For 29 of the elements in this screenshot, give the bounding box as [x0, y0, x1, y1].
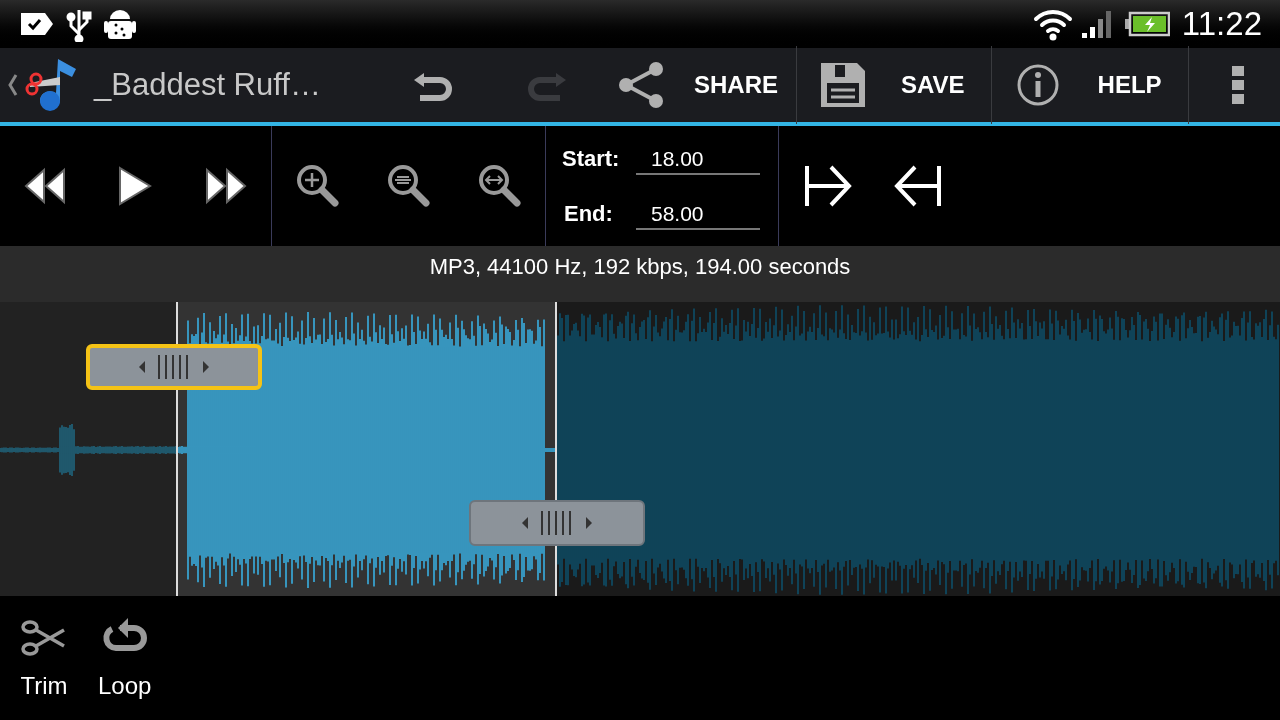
wifi-icon — [1031, 7, 1074, 41]
audio-info: MP3, 44100 Hz, 192 kbps, 194.00 seconds — [429, 252, 851, 281]
overflow-menu-icon — [1230, 65, 1245, 105]
loop-button[interactable]: Loop — [98, 618, 152, 704]
end-label: End: — [563, 200, 614, 228]
notification-check-icon — [18, 11, 54, 37]
start-time-field[interactable]: 18.00 — [636, 145, 760, 175]
overflow-button[interactable] — [1187, 46, 1245, 124]
help-button[interactable]: HELP — [990, 46, 1188, 124]
end-time-field[interactable]: 58.00 — [636, 200, 760, 230]
start-label: Start: — [562, 145, 621, 173]
save-button[interactable]: SAVE — [796, 46, 991, 124]
end-marker-handle[interactable] — [469, 500, 645, 546]
back-caret-icon[interactable] — [8, 73, 18, 97]
up-button[interactable]: _Baddest Ruff… — [0, 53, 380, 117]
zoom-fit-icon — [476, 163, 523, 209]
clock: 11:22 — [1181, 4, 1262, 45]
trim-button[interactable]: Trim — [20, 618, 68, 704]
title: _Baddest Ruff… — [94, 65, 321, 104]
info-icon — [1015, 63, 1060, 107]
start-marker-handle[interactable] — [86, 344, 262, 390]
share-button[interactable]: SHARE — [616, 46, 796, 124]
scissors-icon — [20, 618, 68, 658]
save-icon — [819, 61, 867, 109]
zoom-out-icon — [385, 163, 432, 209]
signal-icon — [1079, 9, 1114, 39]
battery-charging-icon — [1123, 10, 1170, 38]
zoom-in-icon — [294, 163, 341, 209]
share-icon — [616, 60, 666, 110]
